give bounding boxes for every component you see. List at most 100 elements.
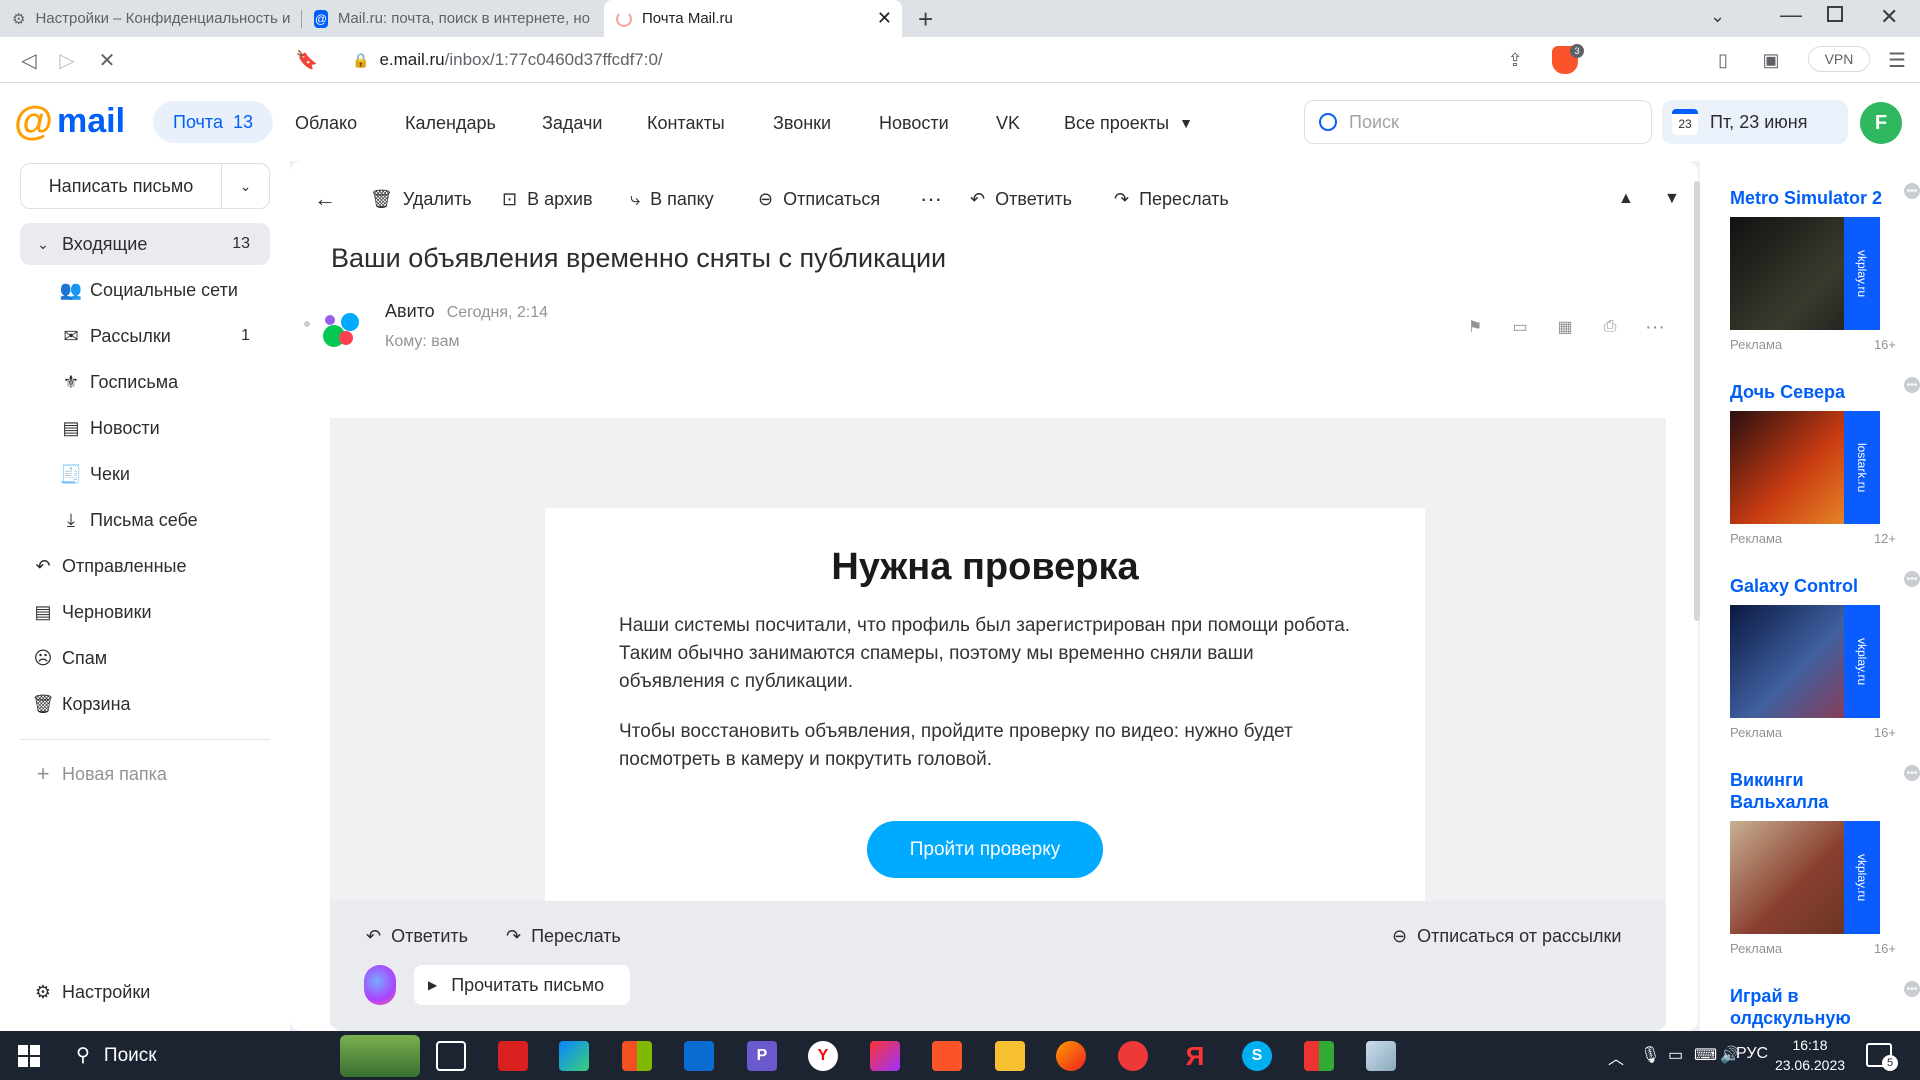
marusia-assistant-icon[interactable] bbox=[364, 965, 396, 1005]
calendar-date-widget[interactable]: 23 Пт, 23 июня bbox=[1662, 100, 1848, 144]
screen-recorder-icon[interactable] bbox=[498, 1041, 528, 1071]
folder-sent[interactable]: ↶ Отправленные bbox=[20, 545, 270, 587]
vivaldi-icon[interactable] bbox=[1118, 1041, 1148, 1071]
tab-pochta[interactable]: Почта Mail.ru ✕ bbox=[604, 0, 902, 37]
language-indicator[interactable]: РУС bbox=[1736, 1045, 1768, 1063]
file-explorer-icon[interactable] bbox=[995, 1041, 1025, 1071]
windows-start-icon[interactable] bbox=[18, 1045, 40, 1067]
archive-button[interactable]: ⊡ В архив bbox=[502, 183, 593, 215]
p-app-icon[interactable]: P bbox=[747, 1041, 777, 1071]
tray-chevron-up-icon[interactable]: ︿ bbox=[1608, 1045, 1624, 1069]
folder-newsletters[interactable]: ✉ Рассылки 1 bbox=[20, 315, 270, 357]
yandex-browser-icon[interactable]: Y bbox=[808, 1041, 838, 1071]
read-status-dot[interactable] bbox=[304, 321, 310, 327]
read-aloud-button[interactable]: ▶ Прочитать письмо bbox=[414, 965, 630, 1005]
brave-shield-icon[interactable]: 3 bbox=[1552, 44, 1584, 74]
share-icon[interactable]: ⇪ bbox=[1500, 45, 1530, 75]
folder-drafts[interactable]: ▤ Черновики bbox=[20, 591, 270, 633]
notes-app-icon[interactable] bbox=[1366, 1041, 1396, 1071]
bottom-forward-button[interactable]: ↷ Переслать bbox=[506, 921, 621, 951]
firefox-icon[interactable] bbox=[1056, 1041, 1086, 1071]
folder-social[interactable]: 👥 Социальные сети bbox=[20, 269, 270, 311]
new-folder-button[interactable]: + Новая папка bbox=[20, 753, 270, 795]
mail-logo[interactable]: @ mail bbox=[14, 101, 125, 141]
forward-button[interactable]: ↷ Переслать bbox=[1114, 183, 1229, 215]
page-scrollbar[interactable] bbox=[1694, 181, 1700, 621]
vpn-button[interactable]: VPN bbox=[1808, 46, 1870, 72]
photos-app-icon[interactable] bbox=[1304, 1041, 1334, 1071]
nav-calls[interactable]: Звонки bbox=[773, 105, 831, 141]
prev-message-chevron-up-icon[interactable]: ▲ bbox=[1618, 183, 1634, 215]
notifications-icon[interactable]: 5 bbox=[1866, 1043, 1898, 1071]
forward-icon[interactable]: ▷ bbox=[52, 45, 82, 75]
skype-icon[interactable]: S bbox=[1242, 1041, 1272, 1071]
back-icon[interactable]: ◁ bbox=[14, 45, 44, 75]
tab-mailru[interactable]: @ Mail.ru: почта, поиск в интернете, но bbox=[302, 0, 602, 37]
ad-menu-icon[interactable]: ••• bbox=[1904, 571, 1920, 587]
unsubscribe-button[interactable]: ⊖ Отписаться bbox=[758, 183, 880, 215]
nav-contacts[interactable]: Контакты bbox=[647, 105, 725, 141]
ad-metro[interactable]: Metro Simulator 2 ••• vkplay.ru Реклама 1… bbox=[1730, 183, 1920, 352]
yandex-icon[interactable]: Я bbox=[1180, 1041, 1210, 1071]
print-icon[interactable]: ⎙ bbox=[1597, 314, 1623, 340]
taskbar-clock[interactable]: 16:18 23.06.2023 bbox=[1770, 1035, 1850, 1075]
ad-menu-icon[interactable]: ••• bbox=[1904, 765, 1920, 781]
folder-spam[interactable]: ☹ Спам bbox=[20, 637, 270, 679]
ad-menu-icon[interactable]: ••• bbox=[1904, 377, 1920, 393]
battery-icon[interactable]: ▭ bbox=[1668, 1045, 1683, 1065]
bottom-unsubscribe-button[interactable]: ⊖ Отписаться от рассылки bbox=[1392, 921, 1621, 951]
settings-button[interactable]: ⚙ Настройки bbox=[20, 971, 270, 1013]
search-input[interactable]: Поиск bbox=[1304, 100, 1652, 144]
video-call-icon[interactable]: ▭ bbox=[1507, 314, 1533, 340]
gem-app-icon[interactable] bbox=[870, 1041, 900, 1071]
microphone-icon[interactable]: 🎙 bbox=[1640, 1045, 1660, 1065]
new-tab-button[interactable]: + bbox=[918, 4, 933, 35]
folder-trash[interactable]: 🗑 Корзина bbox=[20, 683, 270, 725]
close-tab-icon[interactable]: ✕ bbox=[877, 8, 892, 29]
bookmark-icon[interactable]: 🔖 bbox=[292, 45, 322, 75]
menu-icon[interactable]: ☰ bbox=[1882, 45, 1912, 75]
verify-button[interactable]: Пройти проверку bbox=[867, 821, 1103, 878]
delete-button[interactable]: 🗑 Удалить bbox=[370, 183, 472, 215]
wallet-icon[interactable]: ▣ bbox=[1756, 45, 1786, 75]
back-arrow-icon[interactable]: ← bbox=[314, 183, 336, 215]
pochta-tab[interactable]: Почта 13 bbox=[153, 101, 274, 143]
user-avatar[interactable]: F bbox=[1860, 102, 1902, 144]
nav-all-projects[interactable]: Все проекты ▼ bbox=[1064, 105, 1193, 141]
tab-list-chevron-icon[interactable]: ⌄ bbox=[1710, 6, 1725, 27]
ad-galaxy-control[interactable]: Galaxy Control ••• vkplay.ru Реклама 16+ bbox=[1730, 571, 1920, 740]
network-icon[interactable]: ⌨ bbox=[1694, 1045, 1717, 1065]
ad-oldschool[interactable]: Играй в олдскульную ••• bbox=[1730, 981, 1920, 1029]
more-options-icon[interactable]: ··· bbox=[1642, 314, 1668, 340]
minimize-button[interactable]: — bbox=[1780, 2, 1802, 28]
calendar-icon[interactable]: ▦ bbox=[1552, 314, 1578, 340]
more-actions-icon[interactable]: ··· bbox=[920, 183, 942, 215]
chevron-down-icon[interactable]: ⌄ bbox=[32, 233, 54, 255]
move-to-folder-button[interactable]: ⤷ В папку bbox=[630, 183, 714, 215]
folder-gov[interactable]: ⚜ Госписьма bbox=[20, 361, 270, 403]
folder-news[interactable]: ▤ Новости bbox=[20, 407, 270, 449]
store-icon[interactable] bbox=[622, 1041, 652, 1071]
nav-tasks[interactable]: Задачи bbox=[542, 105, 602, 141]
message-sender[interactable]: Авито Сегодня, 2:14 bbox=[385, 301, 548, 322]
brave-icon[interactable] bbox=[932, 1041, 962, 1071]
task-view-icon[interactable] bbox=[436, 1041, 466, 1071]
ad-doch-severa[interactable]: Дочь Севера ••• lostark.ru Реклама 12+ bbox=[1730, 377, 1920, 546]
compose-button[interactable]: Написать письмо ⌄ bbox=[20, 163, 270, 209]
sidebar-toggle-icon[interactable]: ▯ bbox=[1708, 45, 1738, 75]
stop-loading-icon[interactable]: ✕ bbox=[92, 45, 122, 75]
bookmark-icon[interactable]: ⚑ bbox=[1462, 314, 1488, 340]
taskbar-search[interactable]: ⚲ Поиск bbox=[60, 1031, 340, 1080]
nav-vk[interactable]: VK bbox=[996, 105, 1020, 141]
bottom-reply-button[interactable]: ↶ Ответить bbox=[366, 921, 468, 951]
tab-settings[interactable]: ⚙ Настройки – Конфиденциальность и bbox=[0, 0, 300, 37]
compose-dropdown-chevron-icon[interactable]: ⌄ bbox=[221, 164, 269, 208]
folder-inbox[interactable]: ⌄ Входящие 13 bbox=[20, 223, 270, 265]
ad-vikings[interactable]: Викинги Вальхалла ••• vkplay.ru Реклама 1… bbox=[1730, 765, 1920, 956]
reply-button[interactable]: ↶ Ответить bbox=[970, 183, 1072, 215]
nav-oblako[interactable]: Облако bbox=[295, 105, 357, 141]
close-window-button[interactable]: ✕ bbox=[1880, 4, 1898, 30]
folder-to-self[interactable]: ⤓ Письма себе bbox=[20, 499, 270, 541]
nav-calendar[interactable]: Календарь bbox=[405, 105, 496, 141]
url-input[interactable]: 🔒 e.mail.ru /inbox/1:77c0460d37ffcdf7:0/ bbox=[332, 43, 1588, 77]
